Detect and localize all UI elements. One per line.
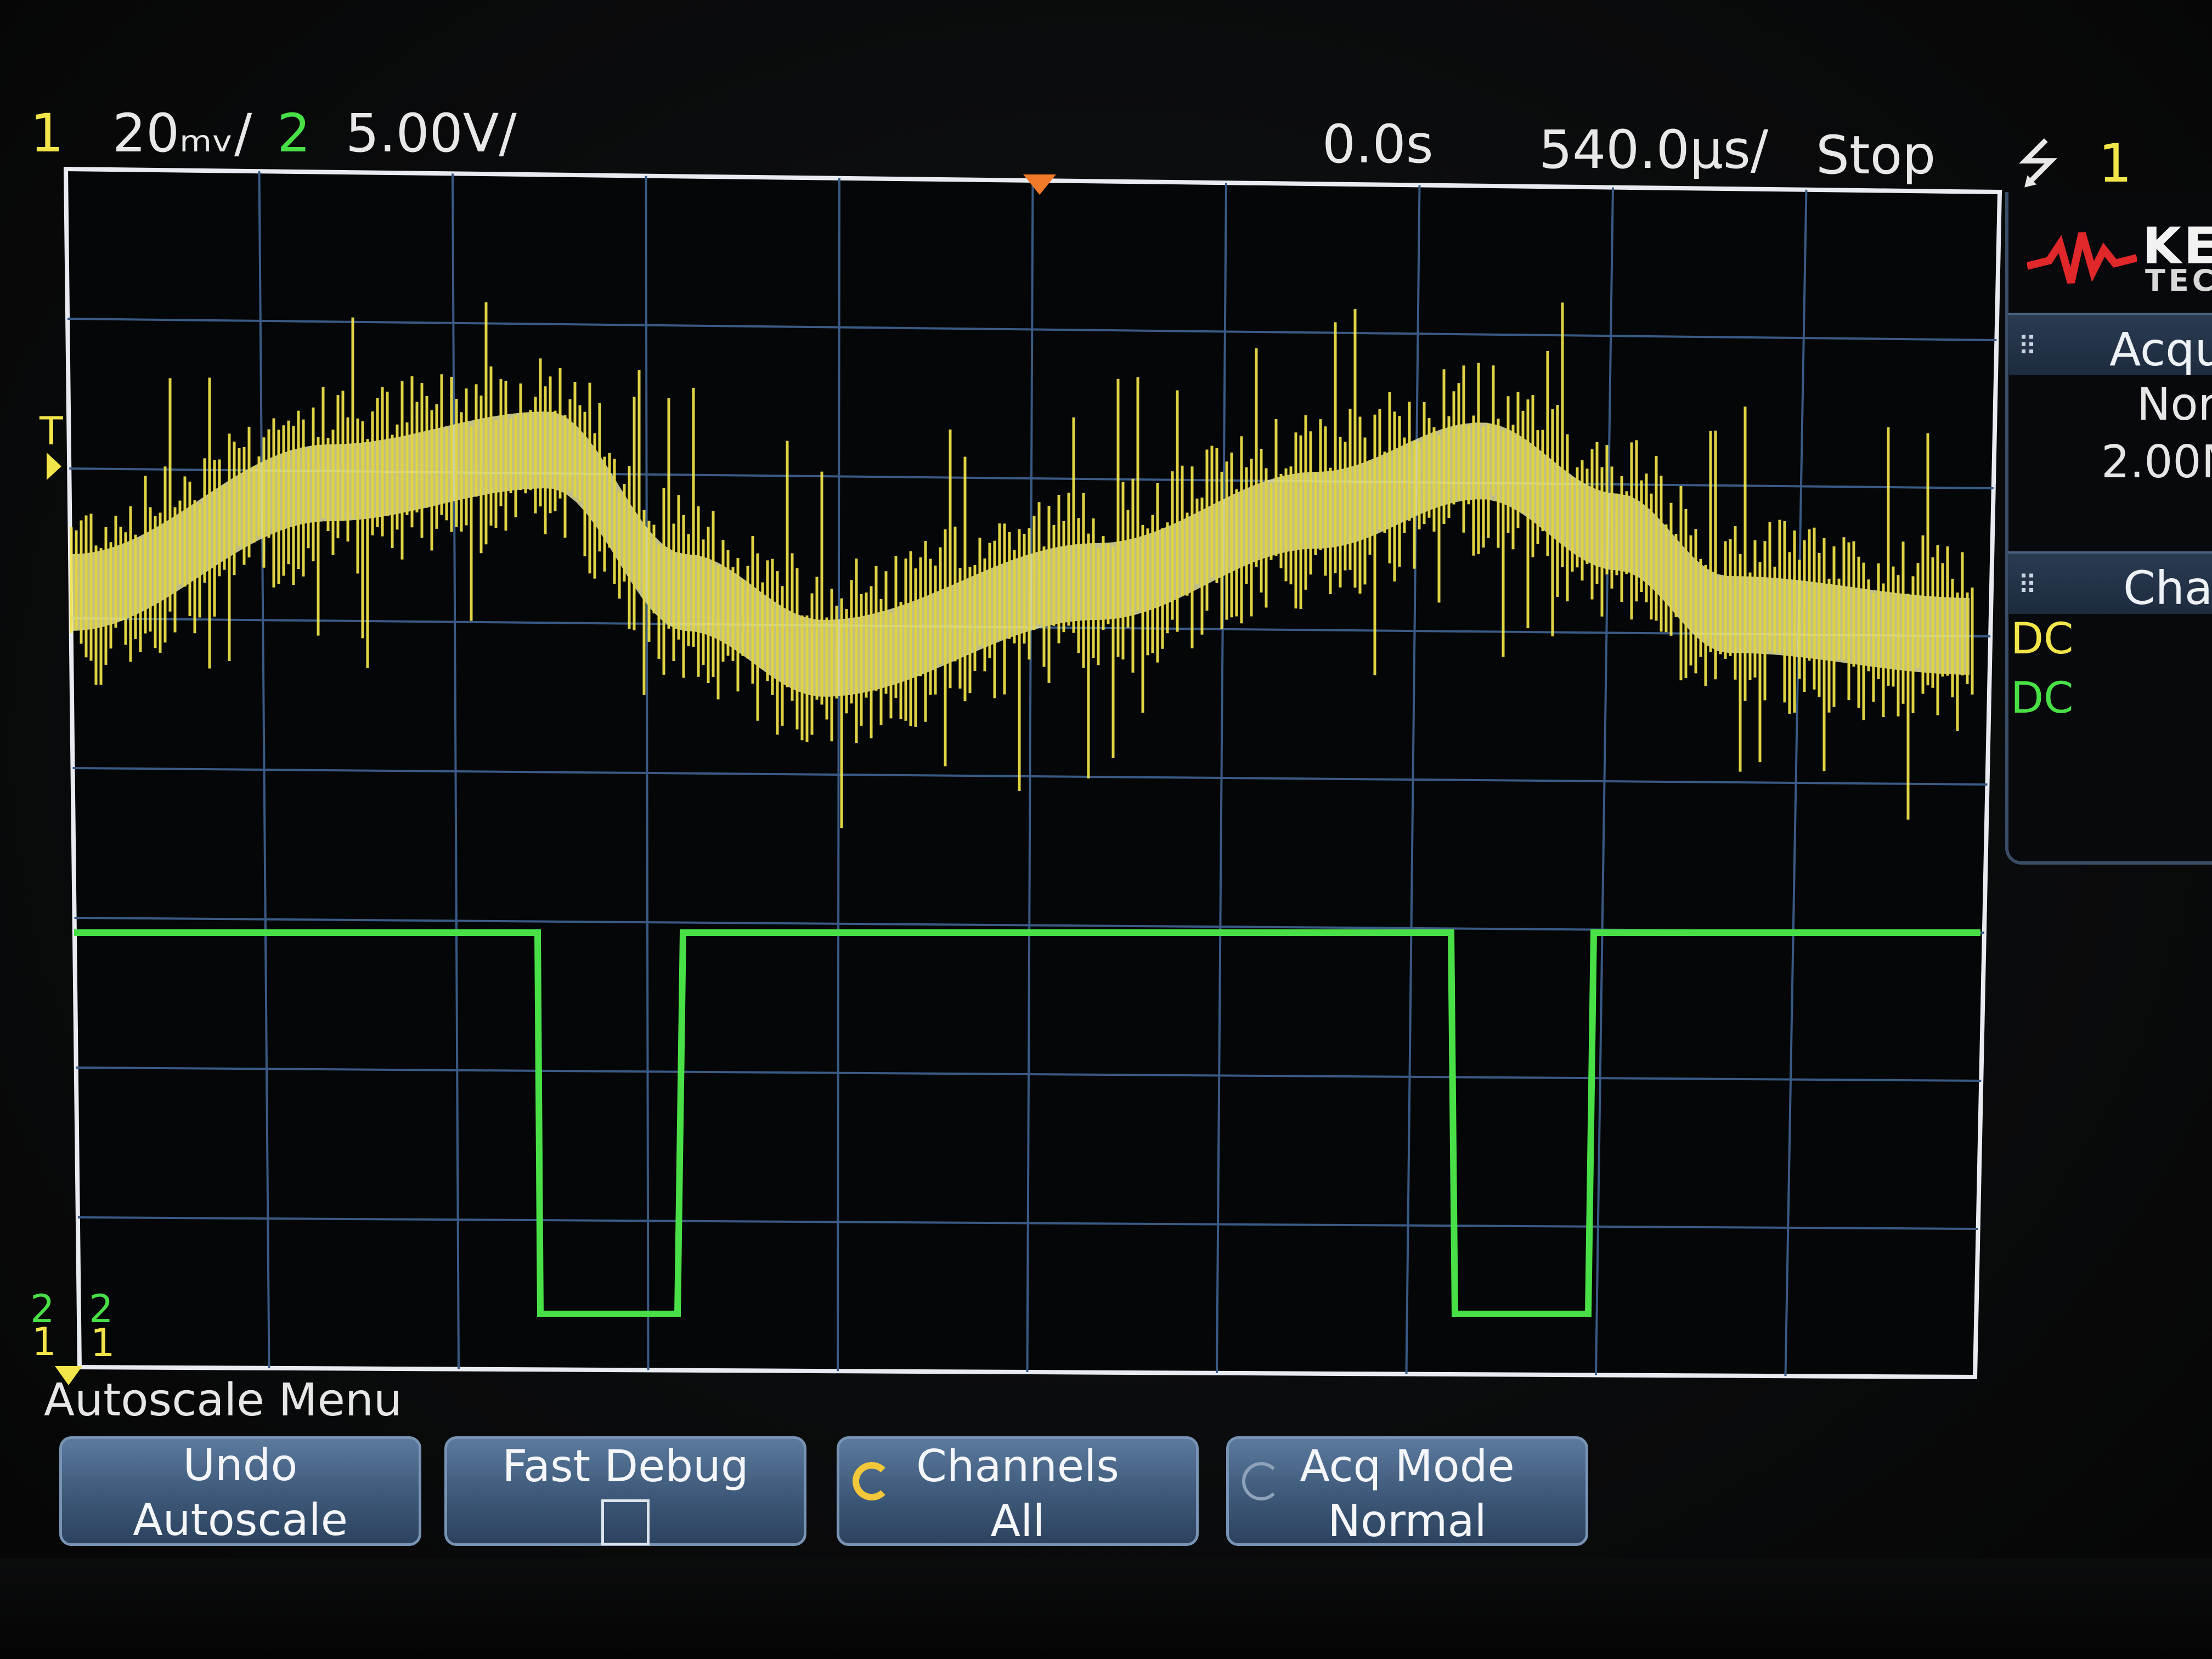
- softkey-label: Channels: [916, 1441, 1120, 1492]
- bezel-bottom: [0, 1558, 2212, 1659]
- softkey-label: Undo: [183, 1440, 298, 1491]
- brand-sub: TECH: [2145, 263, 2212, 298]
- softkey-label: Normal: [1328, 1496, 1487, 1547]
- ch1-ground-marker: 1: [32, 1319, 57, 1364]
- softkey-label: Acq Mode: [1300, 1441, 1515, 1492]
- acquisition-header[interactable]: ⠿ Acquis: [2008, 313, 2212, 376]
- trigger-level-arrow: [47, 453, 61, 480]
- trigger-level-marker: T: [39, 409, 63, 454]
- channels-header[interactable]: ⠿ Chann: [2008, 551, 2212, 615]
- brand-logo-icon: [2027, 232, 2137, 284]
- ch1-coupling[interactable]: DC: [2011, 614, 2074, 664]
- softkey-label: Fast Debug: [502, 1441, 749, 1492]
- grip-icon: ⠿: [2018, 570, 2038, 601]
- rotate-knob-icon: [853, 1462, 891, 1500]
- softkey-label: All: [990, 1496, 1045, 1547]
- undo-autoscale-button[interactable]: Undo Autoscale: [59, 1436, 421, 1546]
- menu-title: Autoscale Menu: [44, 1374, 402, 1426]
- acquisition-mode: Norr: [2137, 379, 2212, 431]
- ch1-offscale-marker: 1: [91, 1321, 115, 1365]
- fast-debug-checkbox[interactable]: [601, 1499, 650, 1545]
- channels-title: Chann: [2123, 561, 2212, 615]
- ch2-coupling[interactable]: DC: [2011, 674, 2074, 723]
- grip-icon: ⠿: [2018, 331, 2038, 362]
- sample-rate: 2.00M: [2101, 436, 2212, 488]
- fast-debug-button[interactable]: Fast Debug: [444, 1436, 806, 1546]
- rotate-knob-icon: [1242, 1462, 1280, 1500]
- channels-button[interactable]: Channels All: [837, 1436, 1199, 1547]
- acquisition-title: Acquis: [2109, 323, 2212, 376]
- softkey-label: Autoscale: [133, 1494, 348, 1545]
- acq-mode-button[interactable]: Acq Mode Normal: [1226, 1436, 1588, 1547]
